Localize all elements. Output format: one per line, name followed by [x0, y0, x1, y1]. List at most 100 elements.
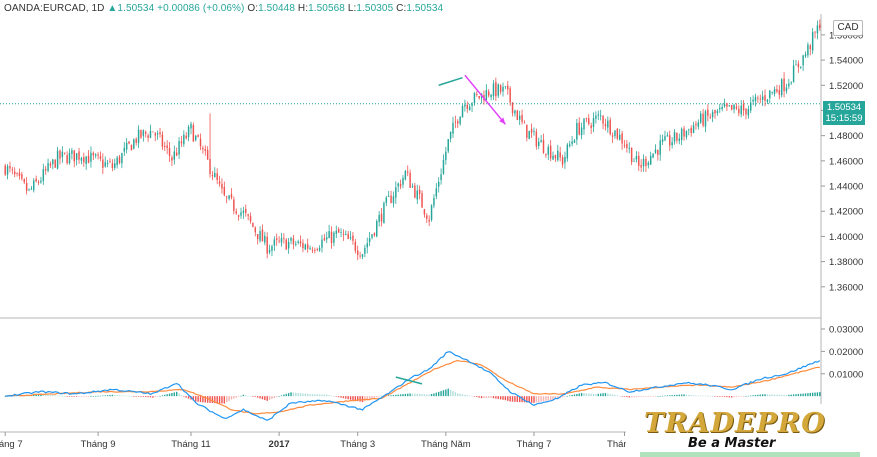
candle-body: [259, 231, 261, 241]
macd-histogram-bar: [261, 396, 264, 400]
macd-histogram-bar: [623, 396, 626, 397]
macd-histogram-bar: [173, 392, 176, 397]
candle-body: [785, 87, 788, 92]
candle-body: [247, 214, 249, 216]
candle-body: [9, 166, 11, 169]
macd-histogram-bar: [652, 396, 654, 397]
candle-body: [680, 128, 683, 141]
candle-body: [278, 240, 280, 242]
macd-histogram-bar: [499, 396, 502, 400]
candle-body: [800, 66, 802, 68]
macd-histogram-bar: [769, 394, 771, 397]
macd-histogram-bar: [66, 396, 68, 397]
candle-body: [733, 104, 735, 110]
macd-histogram-bar: [73, 396, 75, 397]
candle-body: [764, 95, 766, 101]
candle-body: [340, 232, 342, 233]
current-price-label: 1.50534: [826, 102, 862, 113]
macd-histogram-bar: [161, 395, 164, 397]
candle-body: [216, 173, 218, 181]
macd-histogram-bar: [433, 393, 435, 397]
macd-histogram-bar: [604, 393, 607, 397]
macd-histogram-bar: [611, 394, 614, 397]
macd-histogram-bar: [187, 396, 190, 399]
candle-body: [290, 237, 292, 241]
macd-histogram-bar: [809, 392, 811, 397]
candle-body: [747, 109, 750, 116]
candle-body: [144, 131, 147, 134]
macd-histogram-bar: [97, 395, 99, 397]
candle-body: [561, 156, 564, 165]
macd-histogram-bar: [657, 396, 659, 397]
macd-histogram-bar: [468, 395, 471, 397]
macd-histogram-bar: [545, 396, 547, 401]
macd-histogram-bar: [580, 392, 583, 397]
macd-histogram-bar: [704, 395, 707, 397]
macd-histogram-bar: [642, 396, 645, 397]
macd-histogram-bar: [616, 395, 619, 397]
macd-histogram-bar: [387, 395, 390, 397]
macd-histogram-bar: [599, 393, 602, 397]
candle-body: [333, 232, 335, 243]
macd-histogram-bar: [211, 396, 214, 403]
currency-badge[interactable]: CAD: [833, 20, 863, 36]
macd-histogram-bar: [578, 393, 580, 397]
candle-body: [383, 202, 385, 224]
candle-body: [161, 134, 164, 147]
macd-histogram-bar: [316, 394, 318, 397]
candle-body: [104, 162, 106, 167]
candle-body: [218, 181, 221, 184]
macd-histogram-bar: [285, 393, 287, 397]
macd-histogram-bar: [137, 396, 140, 397]
candle-body: [223, 186, 226, 196]
macd-histogram-bar: [402, 394, 404, 397]
candle-body: [716, 111, 719, 114]
macd-histogram-bar: [654, 396, 657, 397]
candle-body: [44, 169, 47, 171]
macd-histogram-bar: [716, 396, 719, 397]
macd-histogram-bar: [352, 396, 354, 401]
candle-body: [595, 115, 597, 119]
candle-body: [811, 32, 814, 51]
candle-body: [449, 131, 452, 139]
macd-histogram-bar: [583, 393, 585, 397]
macd-histogram-bar: [256, 396, 259, 398]
macd-histogram-bar: [423, 394, 426, 397]
macd-histogram-bar: [723, 396, 726, 397]
candle-body: [769, 90, 771, 99]
candle-body: [6, 166, 9, 175]
macd-histogram-bar: [780, 394, 783, 397]
macd-histogram-bar: [452, 391, 454, 397]
macd-histogram-bar: [811, 392, 814, 397]
candle-body: [545, 153, 547, 156]
candle-body: [164, 145, 166, 147]
up-triangle-icon: ▲: [107, 3, 118, 14]
macd-histogram-bar: [638, 396, 640, 398]
candle-body: [249, 215, 252, 222]
candle-body: [175, 152, 178, 156]
macd-histogram-bar: [635, 396, 638, 398]
macd-histogram-bar: [102, 395, 104, 397]
macd-histogram-bar: [664, 395, 666, 397]
macd-histogram-bar: [797, 394, 800, 397]
macd-histogram-bar: [125, 395, 128, 397]
candle-body: [16, 173, 18, 174]
macd-histogram-bar: [719, 396, 721, 397]
macd-histogram-bar: [573, 394, 576, 397]
candle-body: [607, 120, 609, 128]
candle-body: [92, 152, 95, 156]
candle-body: [99, 156, 102, 159]
macd-histogram-bar: [128, 395, 130, 397]
candle-body: [466, 104, 469, 109]
macd-histogram-bar: [90, 396, 92, 397]
macd-histogram-bar: [247, 395, 249, 397]
time-tick-label: Tháng 7: [0, 439, 23, 450]
candle-body: [297, 241, 299, 243]
macd-histogram-bar: [175, 391, 178, 397]
price-change: +0.00086 (+0.06%): [157, 3, 245, 14]
macd-histogram-bar: [497, 396, 499, 399]
candle-body: [590, 125, 592, 129]
candle-body: [511, 102, 514, 114]
candle-body: [61, 151, 64, 158]
candle-body: [664, 136, 666, 141]
